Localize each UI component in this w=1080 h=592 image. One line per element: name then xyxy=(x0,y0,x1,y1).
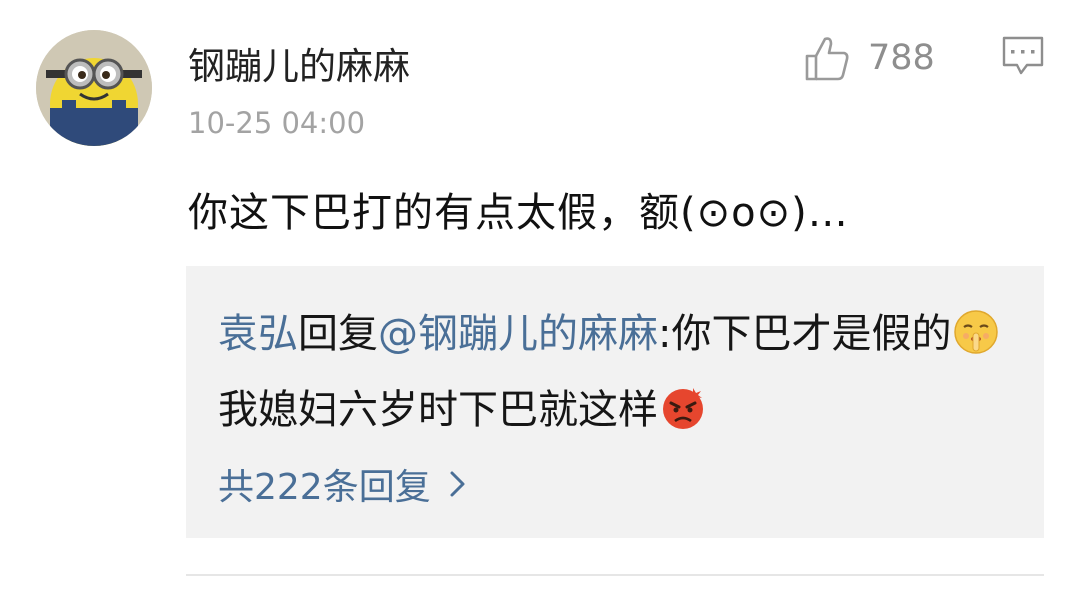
chevron-right-icon xyxy=(450,471,465,497)
divider xyxy=(186,574,1044,576)
comment-text: 你这下巴打的有点太假，额(⊙o⊙)… xyxy=(188,190,849,236)
reply-author[interactable]: 袁弘 xyxy=(218,311,298,357)
like-count: 788 xyxy=(868,37,935,78)
comment-username[interactable]: 钢蹦儿的麻麻 xyxy=(188,36,410,90)
reply-text: 袁弘回复@钢蹦儿的麻麻:你下巴才是假的 我媳妇六岁时下巴就这样 xyxy=(218,296,1018,448)
reply-box[interactable]: 袁弘回复@钢蹦儿的麻麻:你下巴才是假的 我媳妇六岁时下巴就这样 共222条回复 xyxy=(186,266,1044,538)
reply-text-part2: 我媳妇六岁时下巴就这样 xyxy=(218,387,658,433)
reply-text-part1: :你下巴才是假的 xyxy=(658,311,952,357)
angry-emoji-icon xyxy=(663,388,703,429)
user-avatar[interactable] xyxy=(36,30,152,146)
reply-word: 回复 xyxy=(298,311,378,357)
more-replies-label: 共222条回复 xyxy=(218,467,431,508)
thumbs-up-icon xyxy=(805,37,849,81)
comment-timestamp: 10-25 04:00 xyxy=(188,106,366,140)
like-button[interactable]: 788 xyxy=(804,30,935,86)
comment-bubble-icon[interactable] xyxy=(1002,36,1044,76)
reply-mention[interactable]: @钢蹦儿的麻麻 xyxy=(378,311,658,357)
comment-card: 钢蹦儿的麻麻 788 10-25 04:00 你这下巴打的有点太假，额(⊙o⊙)… xyxy=(0,0,1080,592)
view-more-replies-link[interactable]: 共222条回复 xyxy=(218,458,467,510)
shush-emoji-icon xyxy=(954,310,999,354)
